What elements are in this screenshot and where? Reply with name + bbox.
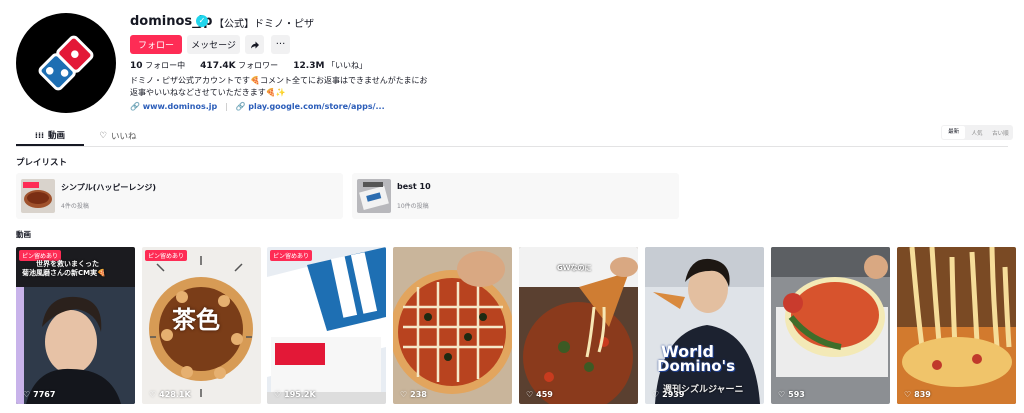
view-count-value: 195.2K (284, 390, 316, 399)
message-button[interactable]: メッセージ (187, 35, 240, 54)
profile-avatar[interactable] (16, 13, 116, 113)
grid-icon: ⁞⁞⁞ (34, 130, 45, 140)
playlist-thumbnail (21, 179, 55, 213)
share-icon (250, 41, 259, 48)
profile-stats: 10 フォロー中 417.4K フォロワー 12.3M 「いいね」 (130, 60, 367, 71)
playlist-card[interactable]: best 10 10件の投稿 (352, 173, 679, 219)
heart-icon: ♡ (274, 390, 282, 399)
view-count-value: 839 (914, 390, 931, 399)
video-caption: GWなのに (557, 264, 592, 272)
sort-oldest[interactable]: 古い順 (989, 129, 1012, 137)
pinned-badge: ピン留めあり (270, 250, 313, 261)
pinned-badge: ピン留めあり (145, 250, 188, 261)
video-thumbnail[interactable]: ピン留めあり 茶色 ♡ 428.1K (142, 247, 261, 404)
view-count-value: 428.1K (159, 390, 191, 399)
likes-count: 12.3M (293, 61, 325, 71)
view-count-value: 7767 (33, 390, 56, 399)
video-caption: 茶色 (172, 306, 220, 334)
bio-line-2: 返事やいいねなどさせていただきます🍕✨ (130, 88, 286, 97)
video-thumbnail[interactable]: World Domino's 週刊シズルジャーニ ♡ 2939 (645, 247, 764, 404)
playlist-thumbnail (357, 179, 391, 213)
link-separator: | (225, 102, 228, 111)
video-thumbnail[interactable]: ♡ 238 (393, 247, 512, 404)
tab-likes-label: いいね (111, 132, 137, 142)
view-count: ♡ 7767 (23, 390, 55, 399)
more-options-button[interactable]: ··· (271, 35, 290, 54)
view-count: ♡ 593 (778, 390, 805, 399)
playlist-count: 10件の投稿 (397, 203, 429, 210)
heart-icon: ♡ (526, 390, 534, 399)
video-thumbnail[interactable]: ピン留めあり 世界を救いまくった 菊池風磨さんの新CM実🍕 ♡ 7767 (16, 247, 135, 404)
sort-toggle: 最新 人気 古い順 (941, 125, 1013, 140)
view-count: ♡ 839 (904, 390, 931, 399)
playlist-count: 4件の投稿 (61, 203, 89, 210)
followers-label: フォロワー (238, 61, 279, 70)
playlist-title: best 10 (397, 182, 431, 191)
app-store-link[interactable]: play.google.com/store/apps/... (248, 102, 384, 111)
view-count: ♡ 2939 (652, 390, 684, 399)
heart-icon: ♡ (400, 390, 408, 399)
view-count: ♡ 238 (400, 390, 427, 399)
video-caption: Domino's (657, 357, 736, 375)
heart-icon: ♡ (904, 390, 912, 399)
sort-popular[interactable]: 人気 (965, 129, 988, 137)
videos-heading: 動画 (16, 230, 31, 239)
heart-outline-icon: ♡ (99, 131, 108, 141)
video-thumbnail[interactable]: ピン留めあり ♡ 195.2K (267, 247, 386, 404)
video-thumbnail[interactable]: GWなのに ♡ 459 (519, 247, 638, 404)
heart-icon: ♡ (778, 390, 786, 399)
dominos-logo-icon (38, 35, 94, 91)
website-link[interactable]: www.dominos.jp (143, 102, 217, 111)
link-icon: 🔗 (130, 102, 140, 111)
playlists-heading: プレイリスト (16, 158, 68, 168)
share-button[interactable] (245, 35, 264, 54)
follow-button[interactable]: フォロー (130, 35, 182, 54)
tab-videos-label: 動画 (48, 131, 66, 141)
heart-icon: ♡ (23, 390, 31, 399)
profile-tabs: ⁞⁞⁞ 動画 ♡ いいね (16, 126, 152, 146)
link-icon: 🔗 (235, 102, 246, 111)
view-count-value: 459 (536, 390, 553, 399)
heart-icon: ♡ (652, 390, 660, 399)
view-count-value: 238 (410, 390, 427, 399)
followers-count: 417.4K (200, 61, 236, 71)
bio-line-1: ドミノ・ピザ公式アカウントです🍕コメント全てにお返事はできませんがたまにお (130, 76, 428, 85)
heart-icon: ♡ (149, 390, 157, 399)
likes-label: 「いいね」 (326, 61, 367, 70)
video-thumbnail[interactable]: ♡ 839 (897, 247, 1016, 404)
tabs-divider (16, 146, 1008, 147)
verified-badge-icon: ✓ (196, 15, 208, 27)
view-count: ♡ 195.2K (274, 390, 316, 399)
view-count-value: 593 (788, 390, 805, 399)
playlist-title: シンプル(ハッピーレンジ) (61, 183, 157, 192)
profile-bio: ドミノ・ピザ公式アカウントです🍕コメント全てにお返事はできませんがたまにお 返事… (130, 75, 430, 99)
profile-links: 🔗 www.dominos.jp | 🔗 play.google.com/sto… (130, 102, 385, 111)
view-count: ♡ 459 (526, 390, 553, 399)
video-caption: 菊池風磨さんの新CM実🍕 (22, 269, 106, 277)
profile-nickname: 【公式】ドミノ・ピザ (214, 19, 314, 30)
view-count-value: 2939 (662, 390, 685, 399)
video-thumbnail[interactable]: ♡ 593 (771, 247, 890, 404)
sort-latest[interactable]: 最新 (942, 126, 966, 139)
following-label: フォロー中 (145, 61, 186, 70)
following-count: 10 (130, 61, 143, 71)
tab-likes[interactable]: ♡ いいね (84, 126, 152, 146)
tab-videos[interactable]: ⁞⁞⁞ 動画 (16, 126, 84, 146)
view-count: ♡ 428.1K (149, 390, 191, 399)
playlist-card[interactable]: シンプル(ハッピーレンジ) 4件の投稿 (16, 173, 343, 219)
